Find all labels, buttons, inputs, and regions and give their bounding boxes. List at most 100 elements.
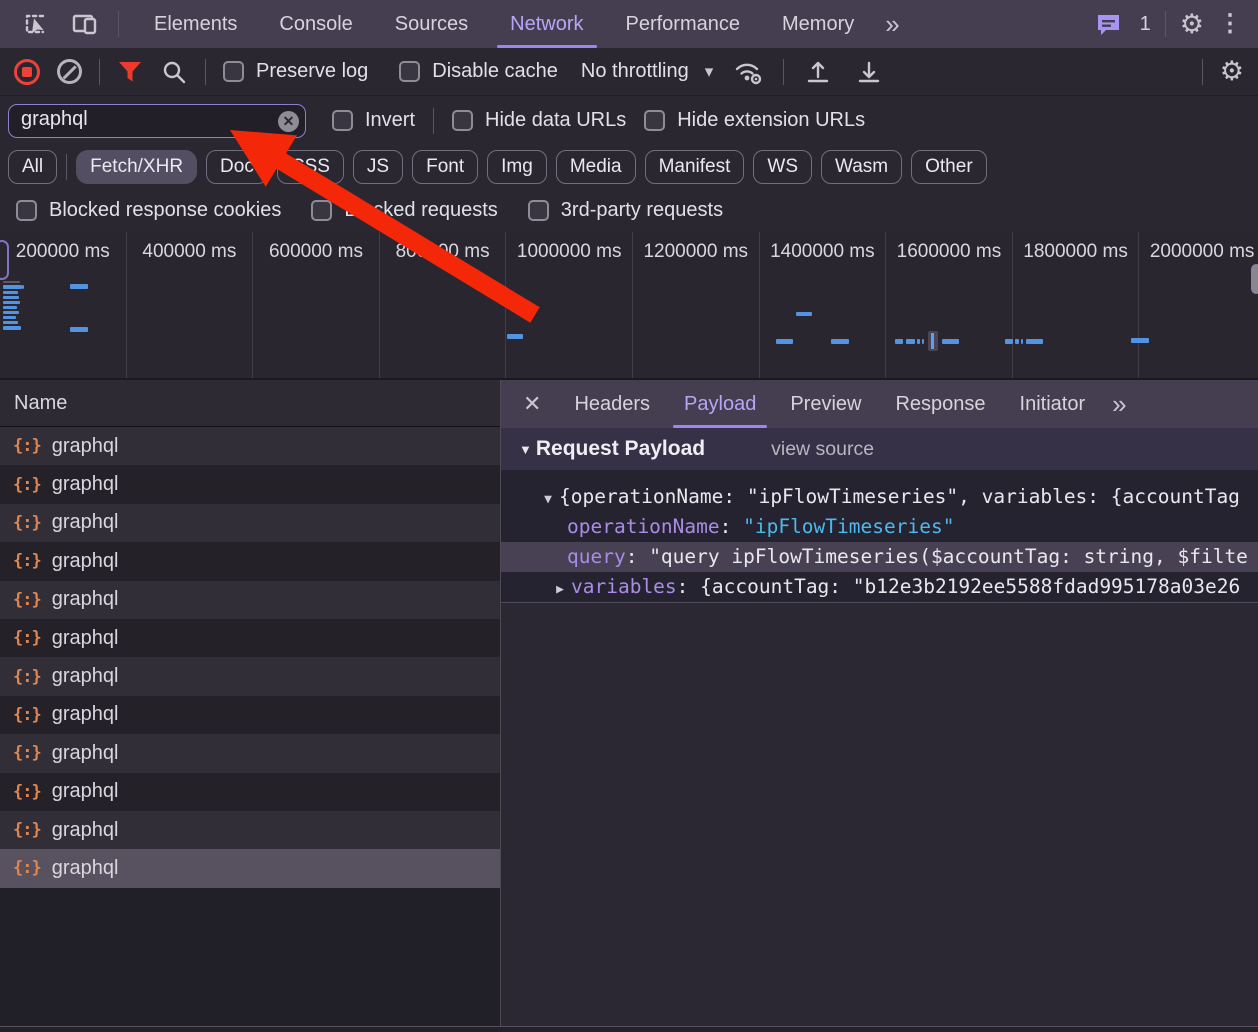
throttling-select[interactable]: No throttling ▾: [581, 60, 713, 83]
timeline-request-bar: [1021, 339, 1023, 344]
request-payload-section-header[interactable]: ▼ Request Payload view source: [501, 428, 1258, 470]
expander-triangle-icon[interactable]: ▼: [537, 485, 559, 512]
payload-key: query: [567, 545, 626, 568]
filter-funnel-icon[interactable]: [117, 55, 143, 89]
details-more-tabs-chevron-icon[interactable]: »: [1102, 391, 1136, 417]
request-row[interactable]: {:}graphql: [0, 734, 500, 772]
hide-data-urls-box[interactable]: [452, 110, 473, 131]
request-row[interactable]: {:}graphql: [0, 619, 500, 657]
search-icon[interactable]: [160, 55, 188, 89]
hide-extension-urls-box[interactable]: [644, 110, 665, 131]
payload-row-operationname[interactable]: operationName: "ipFlowTimeseries": [501, 512, 1258, 542]
request-row[interactable]: {:}graphql: [0, 657, 500, 695]
blocked-response-cookies-box[interactable]: [16, 200, 37, 221]
3rd-party-requests-box[interactable]: [528, 200, 549, 221]
request-row[interactable]: {:}graphql: [0, 581, 500, 619]
request-row[interactable]: {:}graphql: [0, 811, 500, 849]
record-network-log-button[interactable]: [14, 59, 40, 85]
filter-chip-js[interactable]: JS: [353, 150, 403, 184]
invert-checkbox[interactable]: Invert: [332, 109, 415, 132]
filter-chip-wasm[interactable]: Wasm: [821, 150, 902, 184]
timeline-tick-label: 1600000 ms: [897, 241, 1002, 262]
hide-extension-urls-checkbox[interactable]: Hide extension URLs: [644, 109, 865, 132]
request-name: graphql: [52, 511, 119, 534]
tab-performance[interactable]: Performance: [605, 0, 762, 48]
tab-memory[interactable]: Memory: [761, 0, 875, 48]
timeline-marker: [928, 331, 938, 351]
inspect-element-icon[interactable]: [18, 7, 52, 41]
view-source-link[interactable]: view source: [771, 438, 874, 461]
payload-value: {accountTag: "b12e3b2192ee5588fdad995178…: [700, 575, 1240, 598]
filter-chip-img[interactable]: Img: [487, 150, 547, 184]
tabbar-separator: [118, 11, 119, 37]
payload-key: variables: [571, 575, 677, 598]
import-har-icon[interactable]: [801, 55, 835, 89]
network-filter-row: ✕ Invert Hide data URLs Hide extension U…: [0, 96, 1258, 145]
tab-elements[interactable]: Elements: [133, 0, 258, 48]
filter-chip-font[interactable]: Font: [412, 150, 478, 184]
issues-message-icon[interactable]: [1092, 7, 1126, 41]
filter-chip-css[interactable]: CSS: [277, 150, 344, 184]
details-tab-initiator[interactable]: Initiator: [1003, 380, 1103, 428]
request-row[interactable]: {:}graphql: [0, 504, 500, 542]
filter-input[interactable]: [8, 104, 306, 138]
clear-filter-icon[interactable]: ✕: [278, 111, 299, 132]
fetch-braces-icon: {:}: [13, 820, 41, 840]
blocked-requests-checkbox[interactable]: Blocked requests: [311, 199, 497, 222]
request-row[interactable]: {:}graphql: [0, 542, 500, 580]
resource-type-chips: All Fetch/XHR Doc CSS JS Font Img Media Manifest…: [0, 145, 1258, 189]
payload-row-query[interactable]: query: "query ipFlowTimeseries($accountT…: [501, 542, 1258, 572]
device-toolbar-icon[interactable]: [68, 7, 102, 41]
hide-data-urls-checkbox[interactable]: Hide data URLs: [452, 109, 626, 132]
tab-sources[interactable]: Sources: [374, 0, 489, 48]
fetch-braces-icon: {:}: [13, 858, 41, 878]
payload-row-variables[interactable]: ▶variables: {accountTag: "b12e3b2192ee55…: [501, 572, 1258, 602]
kebab-menu-icon[interactable]: ⋮: [1218, 12, 1242, 36]
timeline-column: 800000 ms: [380, 232, 507, 378]
network-settings-gear-icon[interactable]: ⚙: [1220, 58, 1244, 85]
blocked-requests-box[interactable]: [311, 200, 332, 221]
details-tab-preview[interactable]: Preview: [773, 380, 878, 428]
clear-network-log-button[interactable]: [57, 59, 82, 84]
close-details-icon[interactable]: ✕: [507, 391, 557, 417]
network-overview-timeline[interactable]: 200000 ms400000 ms600000 ms800000 ms1000…: [0, 232, 1258, 380]
network-conditions-icon[interactable]: [730, 55, 766, 89]
preserve-log-checkbox[interactable]: Preserve log: [223, 60, 368, 83]
request-row[interactable]: {:}graphql: [0, 773, 500, 811]
expander-triangle-icon[interactable]: ▶: [549, 575, 571, 602]
filter-chip-media[interactable]: Media: [556, 150, 636, 184]
export-har-icon[interactable]: [852, 55, 886, 89]
payload-summary-row[interactable]: ▼{operationName: "ipFlowTimeseries", var…: [501, 482, 1258, 512]
3rd-party-requests-checkbox[interactable]: 3rd-party requests: [528, 199, 723, 222]
filter-chip-manifest[interactable]: Manifest: [645, 150, 745, 184]
tab-console[interactable]: Console: [258, 0, 373, 48]
timeline-request-bar: [3, 326, 21, 330]
timeline-request-bar: [831, 339, 849, 344]
disable-cache-checkbox[interactable]: Disable cache: [399, 60, 558, 83]
blocked-response-cookies-checkbox[interactable]: Blocked response cookies: [16, 199, 281, 222]
more-tabs-chevron-icon[interactable]: »: [875, 11, 909, 37]
filter-chip-other[interactable]: Other: [911, 150, 987, 184]
request-row[interactable]: {:}graphql: [0, 849, 500, 887]
preserve-log-box[interactable]: [223, 61, 244, 82]
details-tab-payload[interactable]: Payload: [667, 380, 773, 428]
throttling-caret-icon: ▾: [705, 62, 714, 82]
filter-chip-doc[interactable]: Doc: [206, 150, 268, 184]
tab-network[interactable]: Network: [489, 0, 604, 48]
request-row[interactable]: {:}graphql: [0, 465, 500, 503]
disable-cache-box[interactable]: [399, 61, 420, 82]
details-tab-headers[interactable]: Headers: [557, 380, 667, 428]
timeline-left-handle[interactable]: [0, 240, 9, 280]
filter-chip-ws[interactable]: WS: [753, 150, 812, 184]
invert-box[interactable]: [332, 110, 353, 131]
request-name: graphql: [52, 627, 119, 650]
filter-chip-fetch-xhr[interactable]: Fetch/XHR: [76, 150, 197, 184]
request-row[interactable]: {:}graphql: [0, 696, 500, 734]
hide-extension-urls-label: Hide extension URLs: [677, 109, 865, 132]
details-tab-response[interactable]: Response: [878, 380, 1002, 428]
settings-gear-icon[interactable]: ⚙: [1180, 11, 1204, 38]
filter-chip-all[interactable]: All: [8, 150, 57, 184]
request-row[interactable]: {:}graphql: [0, 427, 500, 465]
timeline-scroll-handle[interactable]: [1251, 264, 1258, 294]
name-column-header[interactable]: Name: [0, 380, 500, 427]
